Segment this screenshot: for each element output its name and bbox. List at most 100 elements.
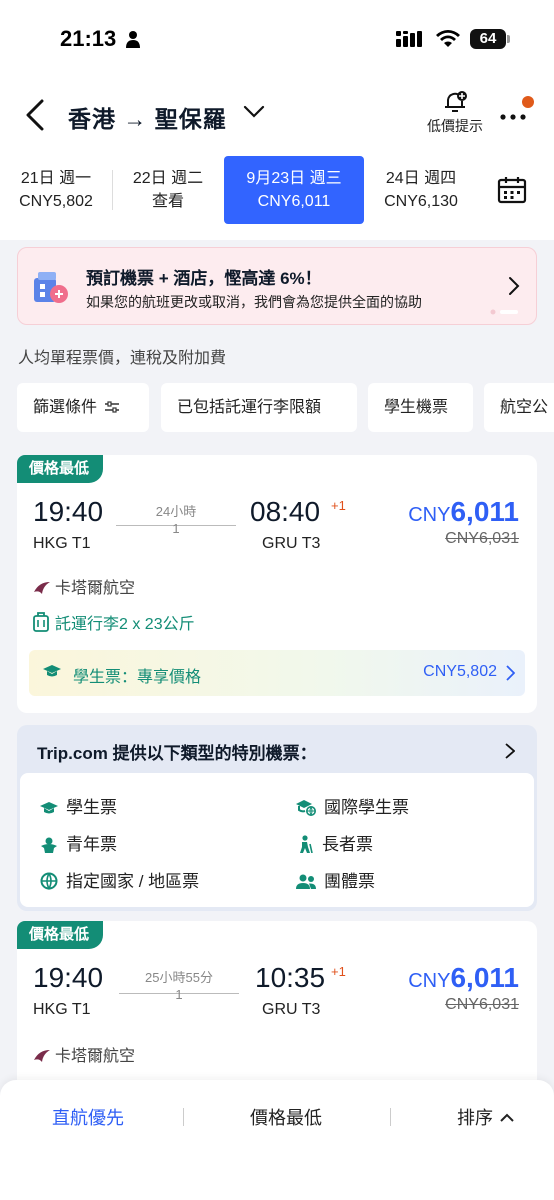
fare-type-label: 團體票 — [324, 872, 375, 891]
sort-button[interactable]: 排序 — [457, 1104, 515, 1130]
date-label: 22日 週二 — [132, 170, 204, 187]
cheapest-button[interactable]: 價格最低 — [250, 1104, 322, 1130]
chip-label: 已包括託運行李限額 — [177, 399, 322, 416]
filter-chip-baggage[interactable]: 已包括託運行李限額 — [161, 383, 357, 432]
arrival-airport: GRU T3 — [262, 535, 321, 552]
sliders-icon — [105, 401, 120, 413]
gift-icon — [34, 272, 68, 303]
arrival-airport: GRU T3 — [262, 1001, 321, 1018]
date-price: CNY6,011 — [257, 193, 331, 210]
fare-type-senior[interactable]: 長者票 — [298, 830, 373, 855]
chevron-right-icon — [506, 665, 515, 681]
price-currency: CNY — [408, 970, 451, 992]
chip-label: 篩選條件 — [33, 399, 98, 416]
date-label: 9月23日 週三 — [246, 170, 342, 187]
price-alert-label: 低價提示 — [427, 118, 483, 134]
filter-chip-conditions[interactable]: 篩選條件 — [17, 383, 149, 432]
stop-count: 1 — [172, 521, 180, 536]
top-area: 21:13 64 香港 → 聖保羅 低價提示 21日 週一 CNY5,802 2… — [0, 0, 554, 240]
departure-time: 19:40 — [33, 496, 104, 527]
price-amount: 6,011 — [450, 496, 519, 527]
date-price: CNY6,130 — [384, 193, 458, 210]
flight-card[interactable]: 價格最低 19:40 HKG T1 24小時 1 08:40 +1 GRU T3… — [17, 455, 537, 713]
airline-name: 卡塔爾航空 — [55, 1048, 136, 1065]
filter-bar: 篩選條件 已包括託運行李限額 學生機票 航空公 — [17, 383, 554, 433]
special-fares-panel[interactable]: Trip.com 提供以下類型的特別機票： 學生票 國際學生票 青年票 長者票 … — [17, 725, 537, 911]
airline: 卡塔爾航空 — [33, 574, 135, 598]
date-tab-21[interactable]: 21日 週一 CNY5,802 — [0, 156, 112, 224]
battery-indicator: 64 — [470, 29, 506, 49]
calendar-icon[interactable] — [497, 176, 527, 204]
filter-chip-airline[interactable]: 航空公 — [484, 383, 554, 432]
original-price: CNY6,031 — [445, 530, 519, 547]
group-icon — [296, 874, 316, 889]
fare-type-intl-student[interactable]: 國際學生票 — [296, 793, 409, 818]
price-currency: CNY — [408, 504, 451, 526]
flight-duration: 25小時55分 — [145, 970, 213, 985]
filter-chip-student[interactable]: 學生機票 — [368, 383, 473, 432]
carousel-dots — [490, 309, 518, 315]
promo-banner[interactable]: 預訂機票 + 酒店，慳高達 6%！ 如果您的航班更改或取消，我們會為您提供全面的… — [17, 247, 537, 325]
fare-type-region[interactable]: 指定國家 / 地區票 — [40, 867, 199, 892]
chip-label: 學生機票 — [384, 399, 449, 416]
cheapest-tag: 價格最低 — [17, 455, 104, 483]
departure-time: 19:40 — [33, 962, 104, 993]
elderly-icon — [300, 835, 313, 854]
globe-cap-icon — [296, 800, 316, 817]
departure-airport: HKG T1 — [33, 1001, 91, 1018]
student-fare-price: CNY5,802 — [423, 663, 497, 680]
fare-type-label: 指定國家 / 地區票 — [66, 872, 200, 891]
arrival-time: 08:40 — [250, 496, 321, 527]
departure-airport: HKG T1 — [33, 535, 91, 552]
fare-type-label: 長者票 — [322, 835, 373, 854]
more-icon[interactable] — [500, 114, 526, 120]
date-tab-22[interactable]: 22日 週二 查看 — [113, 156, 223, 224]
baggage-info: 託運行李2 x 23公斤 — [33, 610, 195, 634]
luggage-icon — [33, 612, 49, 632]
person-icon — [126, 31, 140, 48]
fare-note: 人均單程票價，連稅及附加費 — [18, 350, 227, 367]
date-price: CNY5,802 — [19, 193, 93, 210]
special-fares-list: 學生票 國際學生票 青年票 長者票 指定國家 / 地區票 團體票 — [20, 773, 534, 907]
fare-type-label: 國際學生票 — [324, 798, 409, 817]
fare-type-student[interactable]: 學生票 — [40, 793, 117, 818]
date-tab-23-selected[interactable]: 9月23日 週三 CNY6,011 — [224, 156, 364, 224]
nonstop-first-button[interactable]: 直航優先 — [52, 1104, 124, 1130]
arrival-time: 10:35 — [255, 962, 326, 993]
flight-duration: 24小時 — [155, 504, 197, 519]
battery-tip — [507, 35, 510, 43]
date-tab-24[interactable]: 24日 週四 CNY6,130 — [366, 156, 476, 224]
signal-icon — [396, 31, 422, 47]
airline-name: 卡塔爾航空 — [55, 580, 136, 597]
cheapest-tag: 價格最低 — [17, 921, 104, 949]
youth-icon — [41, 837, 57, 853]
chevron-up-icon — [500, 1113, 514, 1122]
notification-dot — [522, 96, 534, 108]
promo-title: 預訂機票 + 酒店，慳高達 6%！ — [86, 269, 322, 288]
status-time: 21:13 — [60, 26, 117, 51]
route-title[interactable]: 香港 → 聖保羅 — [68, 100, 227, 134]
wifi-icon — [436, 30, 460, 47]
price-alert-button[interactable]: 低價提示 — [420, 90, 490, 136]
day-offset: +1 — [331, 964, 346, 979]
back-icon[interactable] — [22, 98, 48, 132]
graduation-cap-icon — [40, 802, 58, 814]
airline: 卡塔爾航空 — [33, 1042, 135, 1066]
student-fare-row[interactable]: 學生票：專享價格 CNY5,802 — [29, 650, 525, 696]
qatar-airways-logo-icon — [34, 1050, 50, 1062]
flight-card[interactable]: 價格最低 19:40 HKG T1 25小時55分 1 10:35 +1 GRU… — [17, 921, 537, 1091]
fare-type-group[interactable]: 團體票 — [296, 867, 375, 892]
fare-type-youth[interactable]: 青年票 — [40, 830, 117, 855]
bottom-sort-bar: 直航優先 價格最低 排序 — [0, 1080, 554, 1200]
stop-count: 1 — [175, 987, 183, 1002]
promo-subtitle: 如果您的航班更改或取消，我們會為您提供全面的協助 — [86, 294, 422, 310]
header: 香港 → 聖保羅 低價提示 — [0, 90, 554, 140]
chevron-right-icon — [509, 277, 520, 295]
date-selector: 21日 週一 CNY5,802 22日 週二 查看 9月23日 週三 CNY6,… — [0, 156, 554, 224]
chevron-down-icon[interactable] — [243, 105, 265, 119]
date-label: 21日 週一 — [20, 170, 92, 187]
sort-label: 排序 — [457, 1108, 493, 1128]
original-price: CNY6,031 — [445, 996, 519, 1013]
date-label: 24日 週四 — [385, 170, 457, 187]
fare-type-label: 學生票 — [66, 798, 117, 817]
